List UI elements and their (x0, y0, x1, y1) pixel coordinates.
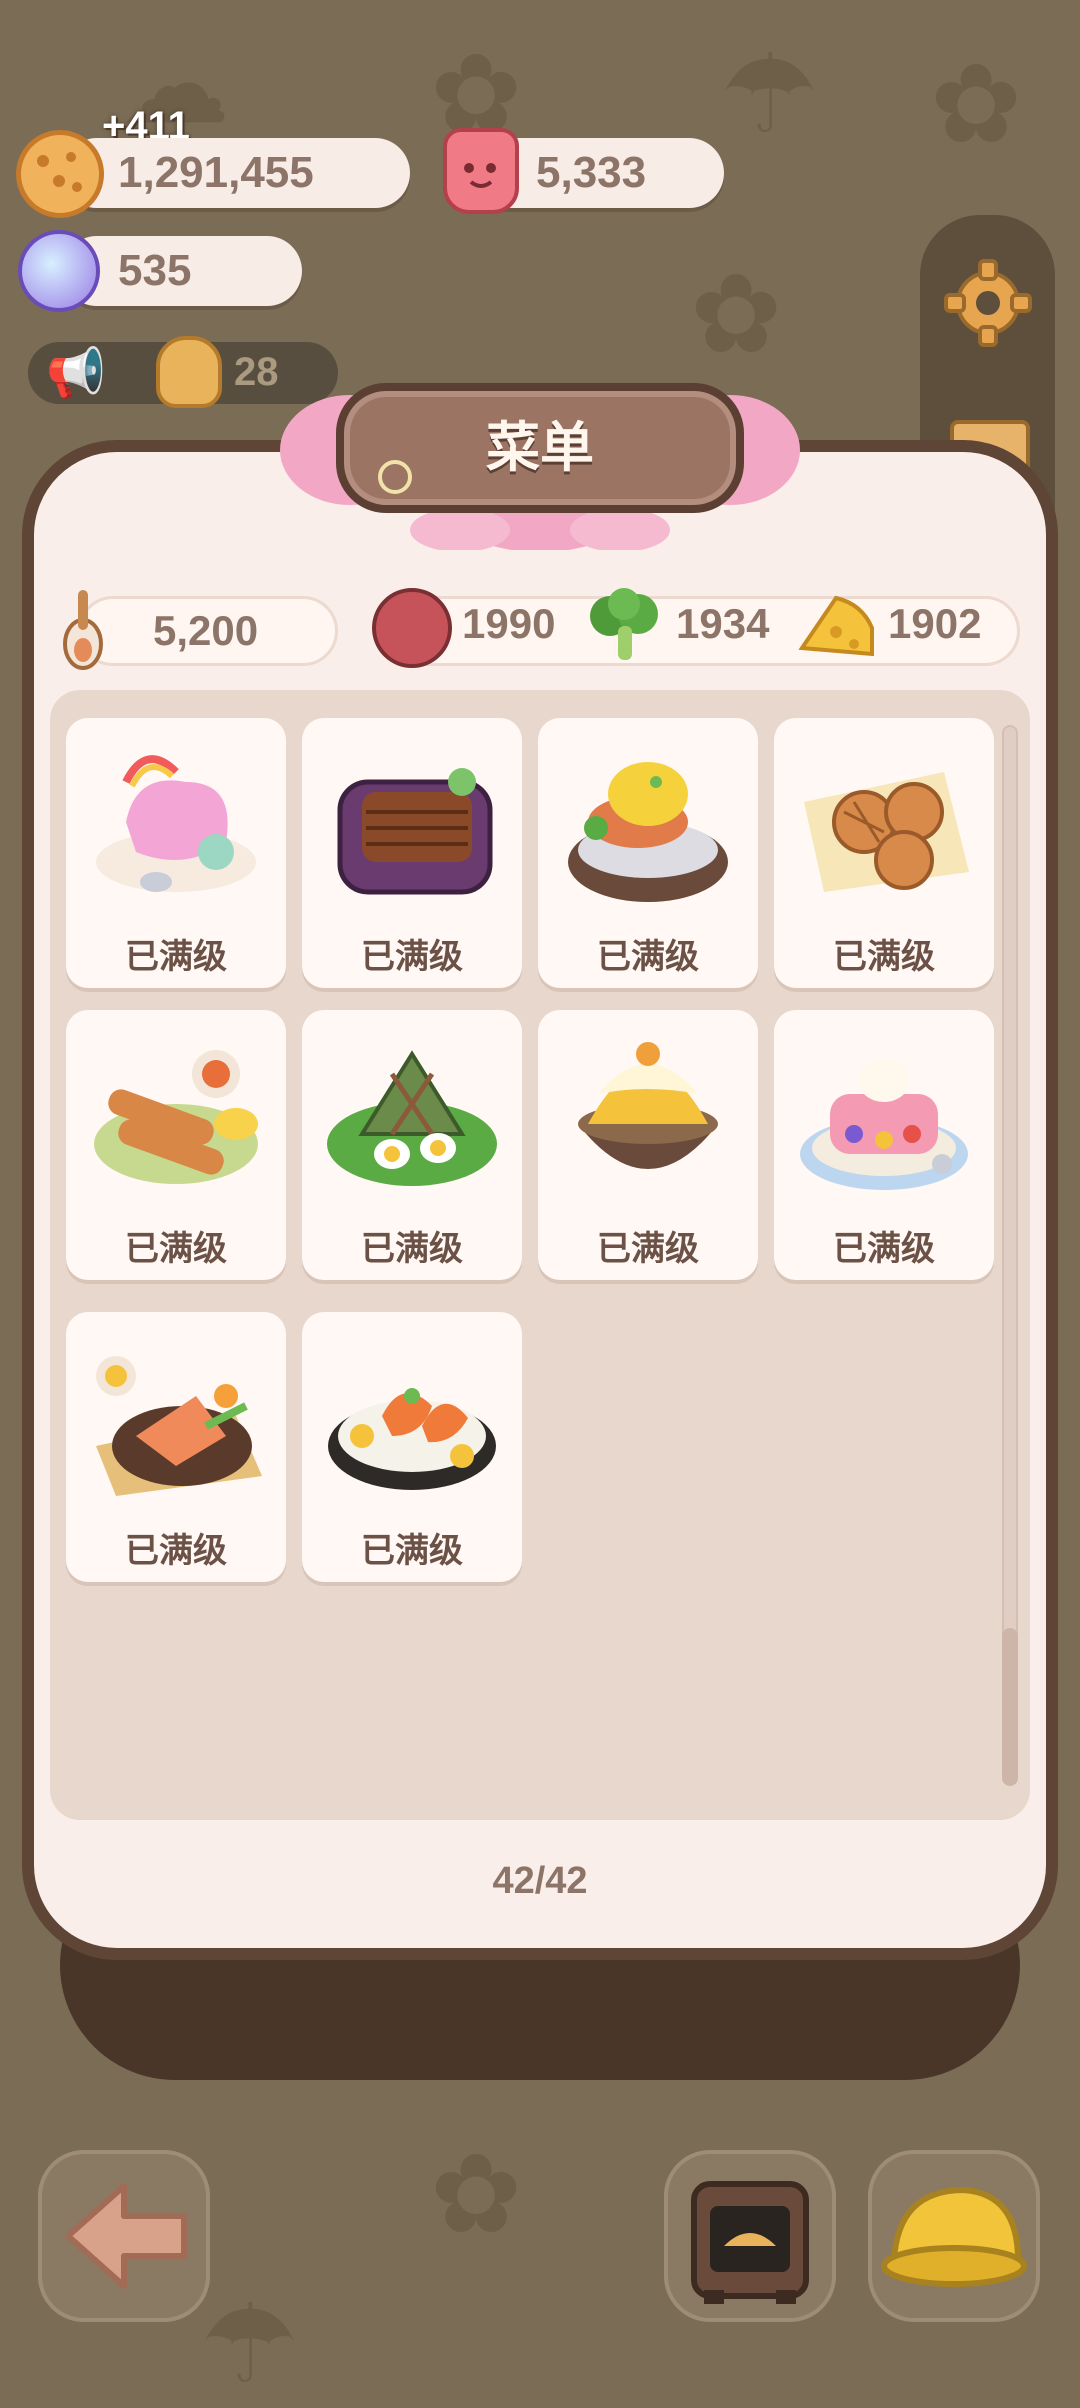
settings-gear-icon[interactable] (940, 255, 1036, 351)
spoon-count: 5,200 (153, 607, 259, 654)
dish-card-chicken-skewers[interactable]: 已满级 (66, 1010, 286, 1280)
cookie-icon (16, 130, 104, 218)
dish-status: 已满级 (833, 1230, 935, 1268)
cheese-count: 1902 (888, 600, 982, 647)
dish-status: 已满级 (597, 938, 699, 976)
dish-status: 已满级 (361, 938, 463, 976)
candy-icon (18, 230, 100, 312)
spoon-resource: 5,200 (78, 596, 338, 666)
dish-card-rainbow-cake[interactable]: 已满级 (66, 718, 286, 988)
cookie-face-icon (156, 336, 222, 408)
scrollbar-track[interactable] (1002, 725, 1018, 1785)
dish-card-fruit-jelly-cake[interactable]: 已满级 (774, 1010, 994, 1280)
dish-status: 已满级 (597, 1230, 699, 1268)
fruit-jelly-cake-image (800, 1058, 968, 1190)
dish-status: 已满级 (833, 938, 935, 976)
eel-rice-box-image (337, 768, 493, 895)
helmet-icon (881, 2186, 1027, 2287)
dish-status: 已满级 (361, 1532, 463, 1570)
dish-card-shrimp-rice-plate[interactable]: 已满级 (302, 1312, 522, 1582)
scrollbar-thumb[interactable] (1002, 1628, 1018, 1786)
meat-icon (372, 588, 452, 668)
broccoli-icon (584, 586, 666, 668)
oven-button[interactable] (664, 2150, 836, 2322)
cheese-icon (796, 588, 878, 668)
candy-count: 535 (118, 246, 192, 295)
dish-status: 已满级 (361, 1230, 463, 1268)
cookie-balance[interactable]: 1,291,455 (62, 138, 410, 208)
megaphone-icon: 📢 (46, 347, 106, 400)
dish-status: 已满级 (125, 1532, 227, 1570)
mango-shaved-ice-image (578, 1042, 718, 1169)
dish-status: 已满级 (125, 1230, 227, 1268)
back-arrow-icon (65, 2183, 187, 2289)
meat-count: 1990 (462, 600, 556, 647)
lattice-pies-image (804, 772, 969, 892)
helmet-button[interactable] (868, 2150, 1040, 2322)
dish-card-mango-shaved-ice[interactable]: 已满级 (538, 1010, 758, 1280)
veg-count: 1934 (676, 600, 770, 647)
dish-card-lattice-pies[interactable]: 已满级 (774, 718, 994, 988)
spoon-icon (58, 586, 108, 672)
chicken-skewers-image (94, 1050, 258, 1184)
jelly-count: 5,333 (536, 148, 647, 197)
back-button[interactable] (38, 2150, 210, 2322)
dish-card-leaf-wrapped-rice[interactable]: 已满级 (302, 1010, 522, 1280)
dish-status: 已满级 (125, 938, 227, 976)
leaf-wrapped-rice-image (327, 1050, 497, 1186)
cookie-count: 1,291,455 (118, 148, 314, 197)
eggs-benedict-image (568, 762, 728, 902)
dish-card-grilled-salmon[interactable]: 已满级 (66, 1312, 286, 1582)
rainbow-cake-image (96, 755, 256, 892)
notice-count: 28 (234, 350, 279, 394)
grilled-salmon-image (96, 1356, 262, 1496)
dish-card-eel-rice-box[interactable]: 已满级 (302, 718, 522, 988)
plaque-decoration-icon (378, 460, 412, 494)
dish-card-eggs-benedict[interactable]: 已满级 (538, 718, 758, 988)
oven-icon (691, 2181, 809, 2304)
dish-counter: 42/42 (492, 1860, 588, 1902)
shrimp-rice-plate-image (328, 1388, 496, 1490)
jelly-icon (443, 128, 519, 214)
